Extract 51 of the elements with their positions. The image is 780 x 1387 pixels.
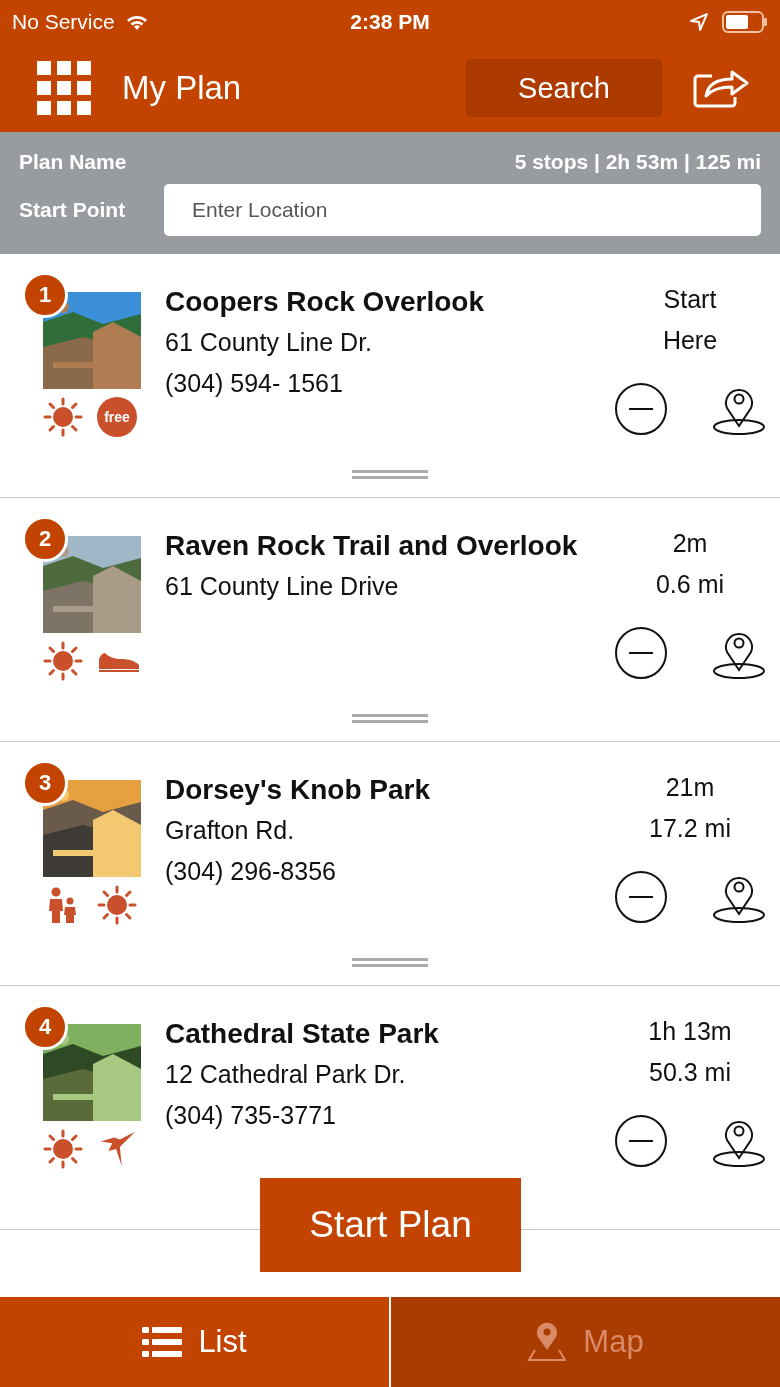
remove-icon[interactable] bbox=[614, 382, 668, 436]
plan-summary: 5 stops | 2h 53m | 125 mi bbox=[514, 150, 761, 174]
stop-address: 12 Cathedral Park Dr. bbox=[165, 1059, 406, 1090]
start-point-label: Start Point bbox=[19, 198, 127, 222]
remove-icon[interactable] bbox=[614, 870, 668, 924]
stop-title[interactable]: Dorsey's Knob Park bbox=[165, 772, 430, 808]
stop-info-text: 1h 13m bbox=[648, 1016, 732, 1047]
stop-address: Grafton Rd. bbox=[165, 815, 295, 846]
start-plan-button[interactable]: Start Plan bbox=[260, 1178, 521, 1272]
stop-title[interactable]: Raven Rock Trail and Overlook bbox=[165, 528, 578, 564]
sun-icon bbox=[43, 1129, 83, 1169]
tab[interactable]: List bbox=[0, 1297, 391, 1387]
stop-info-text: 2m bbox=[672, 528, 708, 559]
drag-handle[interactable] bbox=[352, 958, 428, 967]
drag-handle[interactable] bbox=[352, 470, 428, 479]
stop-info-text: 0.6 mi bbox=[655, 569, 725, 600]
stop-address: 61 County Line Drive bbox=[165, 571, 399, 602]
stop-info-text: Start bbox=[663, 284, 717, 315]
stop-number-badge: 4 bbox=[22, 1004, 68, 1050]
stop-number-badge: 2 bbox=[22, 516, 68, 562]
grid-menu-icon[interactable] bbox=[37, 61, 91, 115]
drag-handle[interactable] bbox=[352, 714, 428, 723]
stop-title[interactable]: Cathedral State Park bbox=[165, 1016, 439, 1052]
stop-info-text: 17.2 mi bbox=[649, 813, 731, 844]
remove-icon[interactable] bbox=[614, 1114, 668, 1168]
stop-info-text: 50.3 mi bbox=[649, 1057, 731, 1088]
list-icon bbox=[142, 1327, 183, 1357]
battery-icon bbox=[722, 11, 768, 33]
plan-name-label: Plan Name bbox=[19, 150, 128, 174]
location-arrow-icon bbox=[690, 13, 708, 31]
stop-info-text: 21m bbox=[665, 772, 715, 803]
location-input[interactable]: Enter Location bbox=[164, 184, 761, 236]
carrier-text: No Service bbox=[12, 10, 115, 34]
search-button[interactable]: Search bbox=[466, 59, 662, 117]
sun-icon bbox=[97, 885, 137, 925]
stop-info-text: Here bbox=[662, 325, 718, 356]
share-icon[interactable] bbox=[692, 68, 750, 108]
remove-icon[interactable] bbox=[614, 626, 668, 680]
map-pin-icon bbox=[527, 1322, 568, 1362]
stop-phone: (304) 296-8356 bbox=[165, 856, 336, 887]
stop-phone: (304) 594- 1561 bbox=[165, 368, 343, 399]
stop-address: 61 County Line Dr. bbox=[165, 327, 373, 358]
free-badge: free bbox=[97, 397, 137, 437]
sun-icon bbox=[43, 397, 83, 437]
screen-title: My Plan bbox=[122, 69, 243, 107]
stop-phone: (304) 735-3771 bbox=[165, 1100, 336, 1131]
stop-number-badge: 3 bbox=[22, 760, 68, 806]
stop-number-badge: 1 bbox=[22, 272, 68, 318]
stop-title[interactable]: Coopers Rock Overlook bbox=[165, 284, 484, 320]
sun-icon bbox=[43, 641, 83, 681]
clock-text: 2:38 PM bbox=[350, 10, 430, 34]
